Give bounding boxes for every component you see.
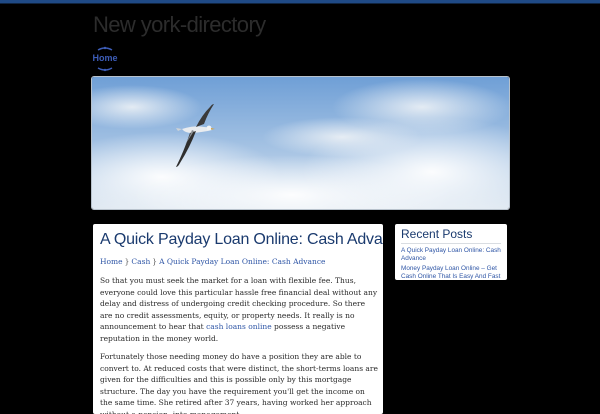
- list-item: A Quick Payday Loan Online: Cash Advance: [401, 247, 505, 262]
- breadcrumb-current-link[interactable]: A Quick Payday Loan Online: Cash Advance: [159, 257, 325, 266]
- site-title[interactable]: New york-directory: [93, 12, 266, 38]
- nav-home-link[interactable]: Home: [88, 46, 122, 72]
- breadcrumb-separator: }: [124, 257, 130, 266]
- seagull-banner-icon: [92, 77, 509, 209]
- recent-posts-widget: Recent Posts A Quick Payday Loan Online:…: [395, 224, 507, 280]
- recent-post-link[interactable]: A Quick Payday Loan Online: Cash Advance: [401, 247, 505, 262]
- post-paragraph-1: So that you must seek the market for a l…: [100, 275, 378, 344]
- header-banner-image: [91, 76, 510, 210]
- nav-home-label: Home: [92, 53, 118, 63]
- recent-posts-title: Recent Posts: [401, 227, 473, 241]
- top-accent-line: [0, 3, 600, 4]
- post-title[interactable]: A Quick Payday Loan Online: Cash Advance: [100, 231, 383, 249]
- recent-posts-list: A Quick Payday Loan Online: Cash Advance…: [401, 247, 505, 280]
- recent-post-link[interactable]: Money Payday Loan Online – Get Cash Onli…: [401, 265, 505, 280]
- post-card: A Quick Payday Loan Online: Cash Advance…: [93, 224, 383, 414]
- breadcrumb-home-link[interactable]: Home: [100, 257, 123, 266]
- post-body: So that you must seek the market for a l…: [100, 275, 378, 414]
- breadcrumb-separator: }: [152, 257, 158, 266]
- breadcrumb: Home} Cash} A Quick Payday Loan Online: Ca…: [100, 257, 380, 266]
- widget-divider: [401, 243, 501, 244]
- list-item: Money Payday Loan Online – Get Cash Onli…: [401, 265, 505, 280]
- post-paragraph-2: Fortunately those needing money do have …: [100, 352, 378, 414]
- breadcrumb-cash-link[interactable]: Cash: [131, 257, 150, 266]
- cash-loans-online-link[interactable]: cash loans online: [206, 322, 272, 331]
